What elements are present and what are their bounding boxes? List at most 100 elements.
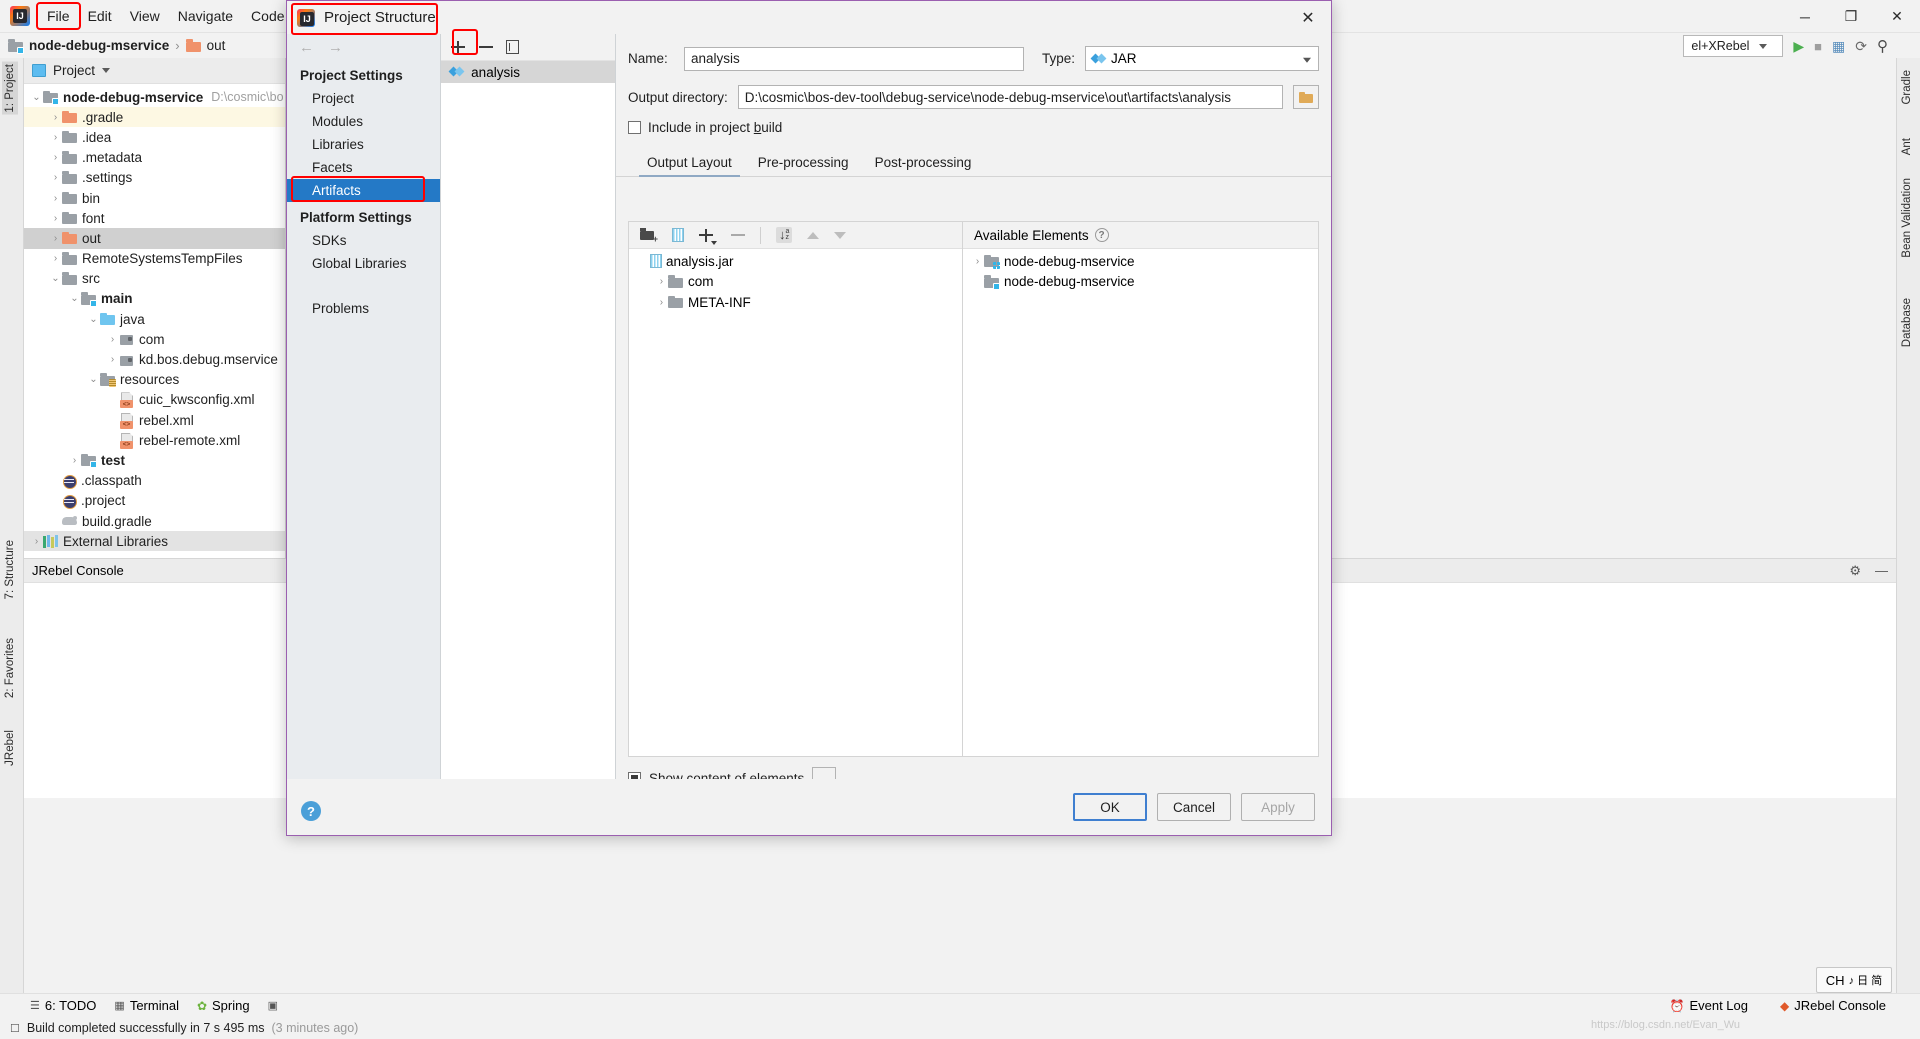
sidebar-item-project[interactable]: 1: Project — [2, 62, 18, 115]
sidebar-item-database[interactable]: Database — [1899, 296, 1915, 349]
chevron-right-icon[interactable]: › — [655, 276, 668, 287]
project-tree-row[interactable]: ⌄ src — [24, 269, 285, 289]
copy-artifact-button[interactable] — [506, 40, 520, 54]
project-tree-row[interactable]: ⌄ node-debug-mservice D:\cosmic\bo — [24, 87, 285, 107]
project-tree-row[interactable]: › com — [24, 329, 285, 349]
artifact-list-item-analysis[interactable]: analysis — [441, 61, 615, 83]
back-arrow-icon[interactable]: ← — [299, 39, 314, 56]
project-tree-row[interactable]: › rebel-remote.xml — [24, 430, 285, 450]
chevron-right-icon[interactable]: › — [68, 455, 81, 466]
project-tree-row[interactable]: › .settings — [24, 168, 285, 188]
nav-item-modules[interactable]: Modules — [287, 110, 440, 133]
output-layout-row[interactable]: › analysis.jar — [629, 251, 962, 272]
chevron-right-icon[interactable]: › — [49, 132, 62, 143]
project-tree-row[interactable]: › test — [24, 450, 285, 470]
breadcrumb-current[interactable]: out — [185, 38, 225, 53]
project-tree-row[interactable]: › build.gradle — [24, 511, 285, 531]
build-button-icon[interactable]: ▦ — [1832, 38, 1845, 55]
chevron-right-icon[interactable]: › — [49, 152, 62, 163]
chevron-right-icon[interactable]: › — [106, 354, 119, 365]
project-tree-row[interactable]: › bin — [24, 188, 285, 208]
project-tree-row[interactable]: › font — [24, 208, 285, 228]
nav-item-problems[interactable]: Problems — [287, 297, 440, 320]
add-artifact-button[interactable] — [451, 40, 466, 55]
tab-pre-processing[interactable]: Pre-processing — [747, 151, 860, 176]
search-icon[interactable]: ⚲ — [1877, 37, 1888, 55]
name-input[interactable]: analysis — [683, 46, 1024, 71]
output-layout-row[interactable]: › com — [629, 272, 962, 293]
minimize-button[interactable]: ─ — [1782, 0, 1828, 33]
sidebar-item-favorites[interactable]: 2: Favorites — [2, 636, 18, 700]
menu-item-file[interactable]: File — [36, 2, 81, 30]
sidebar-item-gradle[interactable]: Gradle — [1899, 68, 1915, 107]
project-tree-row[interactable]: › out — [24, 228, 285, 249]
menu-item-navigate[interactable]: Navigate — [169, 4, 242, 28]
tab-output-layout[interactable]: Output Layout — [636, 151, 743, 177]
nav-item-project[interactable]: Project — [287, 87, 440, 110]
sync-button-icon[interactable]: ⟳ — [1855, 38, 1867, 55]
help-icon[interactable]: ? — [1094, 228, 1109, 242]
chevron-right-icon[interactable]: › — [49, 495, 62, 506]
output-directory-input[interactable]: D:\cosmic\bos-dev-tool\debug-service\nod… — [737, 85, 1283, 109]
project-tree-row[interactable]: › rebel.xml — [24, 410, 285, 430]
tab-post-processing[interactable]: Post-processing — [864, 151, 983, 176]
project-tree-row[interactable]: › .metadata — [24, 148, 285, 168]
chevron-down-icon[interactable]: ⌄ — [87, 374, 100, 385]
chevron-down-icon[interactable]: ⌄ — [68, 293, 81, 304]
chevron-right-icon[interactable]: › — [49, 193, 62, 204]
chevron-down-icon[interactable]: ⌄ — [30, 92, 43, 103]
ok-button[interactable]: OK — [1073, 793, 1147, 821]
close-button[interactable]: ✕ — [1874, 0, 1920, 33]
project-tree-row[interactable]: ⌄ main — [24, 289, 285, 309]
nav-item-global-libraries[interactable]: Global Libraries — [287, 252, 440, 275]
chevron-right-icon[interactable]: › — [106, 435, 119, 446]
chevron-right-icon[interactable]: › — [971, 256, 984, 267]
project-tree-row[interactable]: ⌄ java — [24, 309, 285, 329]
project-tree-row[interactable]: › External Libraries — [24, 531, 285, 552]
chevron-right-icon[interactable]: › — [49, 213, 62, 224]
forward-arrow-icon[interactable]: → — [328, 39, 343, 56]
dialog-close-button[interactable]: ✕ — [1285, 1, 1331, 34]
bottom-tab-terminal[interactable]: ▦ Terminal — [114, 998, 179, 1013]
bottom-tab-jrebel-console[interactable]: ◆ JRebel Console — [1780, 998, 1886, 1013]
bottom-tab-event-log[interactable]: ⏰ Event Log — [1669, 998, 1748, 1013]
output-layout-row[interactable]: › META-INF — [629, 292, 962, 313]
chevron-right-icon[interactable]: › — [655, 297, 668, 308]
chevron-down-icon[interactable]: ⌄ — [49, 273, 62, 284]
chevron-right-icon[interactable]: › — [49, 253, 62, 264]
bottom-tab-todo[interactable]: ☰ 6: TODO — [30, 998, 96, 1013]
browse-output-directory-button[interactable] — [1293, 85, 1319, 109]
nav-item-artifacts[interactable]: Artifacts — [287, 179, 441, 202]
nav-item-libraries[interactable]: Libraries — [287, 133, 440, 156]
project-tree-row[interactable]: › cuic_kwsconfig.xml — [24, 390, 285, 410]
chevron-right-icon[interactable]: › — [49, 233, 62, 244]
breadcrumb-project[interactable]: node-debug-mservice — [8, 38, 169, 54]
create-directory-button[interactable]: + — [639, 228, 658, 244]
sort-alphabetically-button[interactable]: ↓ az — [775, 227, 793, 243]
dialog-help-button[interactable]: ? — [301, 801, 321, 821]
nav-item-facets[interactable]: Facets — [287, 156, 440, 179]
include-in-build-row[interactable]: Include in project build — [616, 120, 1331, 135]
sidebar-item-ant[interactable]: Ant — [1899, 136, 1915, 157]
run-button-icon[interactable]: ▶ — [1793, 38, 1804, 55]
type-select[interactable]: JAR — [1085, 46, 1319, 71]
project-tree-row[interactable]: › RemoteSystemsTempFiles — [24, 249, 285, 269]
gear-icon[interactable]: ⚙ — [1849, 563, 1861, 579]
sidebar-item-jrebel[interactable]: JRebel — [2, 728, 18, 768]
menu-item-edit[interactable]: Edit — [79, 4, 121, 28]
project-tree-row[interactable]: › .project — [24, 491, 285, 511]
sidebar-item-structure[interactable]: 7: Structure — [2, 538, 18, 601]
chevron-right-icon[interactable]: › — [49, 112, 62, 123]
bottom-tab-spring[interactable]: ✿ Spring — [197, 998, 250, 1013]
chevron-right-icon[interactable]: › — [30, 536, 43, 547]
run-configuration-selector[interactable]: el+XRebel — [1683, 35, 1784, 57]
project-tree-row[interactable]: › .idea — [24, 127, 285, 147]
stop-button-icon[interactable]: ■ — [1814, 39, 1822, 54]
menu-item-view[interactable]: View — [121, 4, 169, 28]
nav-item-sdks[interactable]: SDKs — [287, 229, 440, 252]
include-in-build-checkbox[interactable] — [627, 121, 641, 134]
chevron-right-icon[interactable]: › — [49, 475, 62, 486]
chevron-right-icon[interactable]: › — [49, 516, 62, 527]
chevron-right-icon[interactable]: › — [106, 415, 119, 426]
project-tree-row[interactable]: › .classpath — [24, 471, 285, 491]
